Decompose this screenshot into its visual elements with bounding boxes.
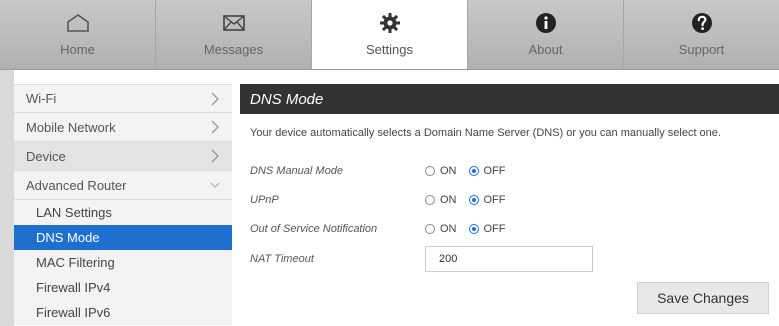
sidebar-item-mobile-network[interactable]: Mobile Network [14,113,232,142]
tab-home-label: Home [60,42,95,57]
setting-label: UPnP [250,194,279,206]
radio-group: ON OFF [425,223,518,235]
sidebar-subitem-label: Firewall IPv6 [36,305,111,320]
page-description: Your device automatically selects a Doma… [250,127,721,139]
setting-label: DNS Manual Mode [250,165,343,177]
page-title: DNS Mode [240,84,779,114]
top-navigation: Home Messages Settings About Support [0,0,779,70]
sidebar-subitem-label: LAN Settings [36,205,112,220]
sidebar-item-advanced-router[interactable]: Advanced Router [14,171,232,200]
nat-timeout-input[interactable] [425,246,593,272]
sidebar-subitem-lan-settings[interactable]: LAN Settings [14,200,232,225]
sidebar-subitem-label: MAC Filtering [36,255,115,270]
tab-support[interactable]: Support [624,0,779,69]
chevron-down-icon [210,178,220,192]
radio-off-label: OFF [483,223,506,235]
tab-home[interactable]: Home [0,0,156,69]
sidebar-item-label: Mobile Network [26,119,116,135]
tab-settings[interactable]: Settings [312,0,468,69]
radio-on-label: ON [440,194,457,206]
sidebar-subitem-firewall-ipv6[interactable]: Firewall IPv6 [14,300,232,325]
question-icon [690,10,714,36]
chevron-right-icon [210,92,220,106]
tab-messages[interactable]: Messages [156,0,312,69]
radio-on[interactable] [425,224,435,234]
radio-on-label: ON [440,223,457,235]
tab-support-label: Support [678,42,725,57]
setting-label: Out of Service Notification [250,223,378,235]
setting-row-dns-manual-mode: DNS Manual Mode ON OFF [250,161,518,181]
sidebar-item-label: Device [26,148,66,164]
sidebar-subitem-label: DNS Mode [36,230,100,245]
radio-off[interactable] [468,166,479,176]
info-icon [534,10,558,36]
save-changes-button[interactable]: Save Changes [637,282,769,314]
sidebar-subitem-label: Firewall IPv4 [36,280,111,295]
radio-off[interactable] [468,224,479,234]
sidebar-subitem-firewall-ipv4[interactable]: Firewall IPv4 [14,275,232,300]
setting-row-upnp: UPnP ON OFF [250,190,518,210]
gear-icon [378,10,402,36]
left-gutter [0,70,14,326]
sidebar-item-wifi[interactable]: Wi-Fi [14,84,232,113]
radio-on[interactable] [425,166,435,176]
chevron-right-icon [210,149,220,163]
sidebar: Wi-Fi Mobile Network Device Advanced Rou… [14,84,232,325]
sidebar-subitem-dns-mode[interactable]: DNS Mode [14,225,232,250]
setting-row-out-of-service-notification: Out of Service Notification ON OFF [250,219,518,239]
radio-on-label: ON [440,165,457,177]
sidebar-subitem-mac-filtering[interactable]: MAC Filtering [14,250,232,275]
tab-messages-label: Messages [203,42,264,57]
sidebar-item-device[interactable]: Device [14,142,232,171]
tab-about-label: About [528,42,563,57]
chevron-right-icon [210,120,220,134]
home-icon [65,10,91,36]
setting-label: NAT Timeout [250,253,314,265]
setting-row-nat-timeout: NAT Timeout [250,245,593,273]
radio-on[interactable] [425,195,435,205]
envelope-icon [222,10,246,36]
sidebar-item-label: Wi-Fi [26,91,57,106]
radio-group: ON OFF [425,165,518,177]
sidebar-item-label: Advanced Router [26,177,127,193]
tab-about[interactable]: About [468,0,624,69]
radio-off-label: OFF [483,165,506,177]
tab-settings-label: Settings [366,42,413,57]
radio-group: ON OFF [425,194,518,206]
radio-off[interactable] [468,195,479,205]
radio-off-label: OFF [483,194,506,206]
